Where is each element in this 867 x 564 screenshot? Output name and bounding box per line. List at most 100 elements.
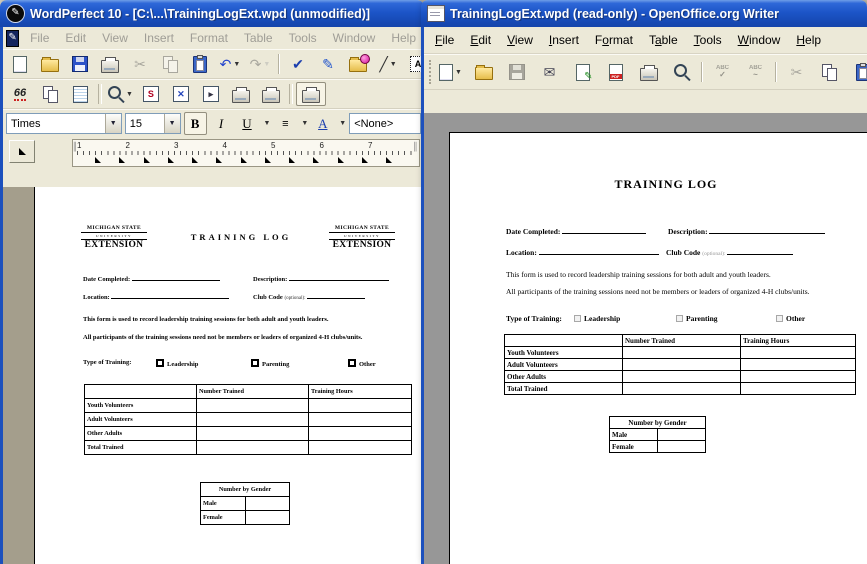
menu-file[interactable]: File bbox=[22, 29, 57, 47]
menu-edit[interactable]: Edit bbox=[57, 29, 94, 47]
table-cell-empty[interactable] bbox=[197, 399, 309, 413]
tab-stop-icon[interactable] bbox=[362, 157, 368, 163]
toolbar-drag-handle[interactable] bbox=[429, 60, 431, 84]
tab-stop-icon[interactable] bbox=[168, 157, 174, 163]
italic-button[interactable]: I bbox=[210, 112, 233, 135]
menu-table[interactable]: Table bbox=[236, 29, 281, 47]
bold-button[interactable]: B bbox=[184, 112, 207, 135]
wp-titlebar[interactable]: ✎ WordPerfect 10 - [C:\...\TrainingLogEx… bbox=[0, 0, 424, 27]
line-tool-button[interactable]: ╱▼ bbox=[373, 52, 403, 76]
table-cell-empty[interactable] bbox=[85, 385, 197, 399]
tab-stop-icon[interactable] bbox=[241, 157, 247, 163]
justification-dropdown-icon[interactable]: ▼ bbox=[301, 120, 308, 127]
table-cell-empty[interactable] bbox=[309, 427, 412, 441]
justification-button[interactable]: ≡ bbox=[273, 112, 296, 135]
export-pdf-button[interactable] bbox=[599, 58, 632, 86]
menu-view[interactable]: View bbox=[499, 31, 541, 49]
table-cell-empty[interactable] bbox=[197, 441, 309, 455]
tab-stop-icon[interactable] bbox=[338, 157, 344, 163]
insert-clipart-button[interactable] bbox=[343, 52, 373, 76]
paste-button[interactable] bbox=[846, 58, 867, 86]
table-cell-empty[interactable] bbox=[245, 511, 290, 525]
menu-insert[interactable]: Insert bbox=[136, 29, 182, 47]
menu-help[interactable]: Help bbox=[383, 29, 424, 47]
font-color-button[interactable]: A bbox=[311, 112, 334, 135]
fit-page-button[interactable]: ✕ bbox=[166, 82, 196, 106]
redo-button[interactable]: ↷▼ bbox=[245, 52, 275, 76]
cut-button[interactable]: ✂ bbox=[780, 58, 813, 86]
menu-tools[interactable]: Tools bbox=[686, 31, 730, 49]
web-preview-button[interactable] bbox=[296, 82, 326, 106]
location-line[interactable] bbox=[111, 291, 229, 299]
font-color-dropdown-icon[interactable]: ▼ bbox=[339, 120, 346, 127]
copy-button[interactable] bbox=[813, 58, 846, 86]
print-history-button[interactable] bbox=[226, 82, 256, 106]
table-cell-empty[interactable] bbox=[197, 413, 309, 427]
print-button[interactable] bbox=[632, 58, 665, 86]
two-page-view-button[interactable] bbox=[65, 82, 95, 106]
training-option-other[interactable]: Other bbox=[348, 359, 376, 368]
date-completed-line[interactable] bbox=[132, 273, 220, 281]
wp-ruler[interactable]: ║ ║ 1234567 bbox=[72, 139, 420, 167]
edit-file-button[interactable] bbox=[566, 58, 599, 86]
checkbox-icon[interactable] bbox=[348, 359, 356, 367]
autospellcheck-button[interactable]: ABC~ bbox=[739, 58, 772, 86]
underline-dropdown-icon[interactable]: ▼ bbox=[263, 120, 270, 127]
paste-button[interactable] bbox=[185, 52, 215, 76]
menu-insert[interactable]: Insert bbox=[541, 31, 587, 49]
table-cell-empty[interactable] bbox=[309, 441, 412, 455]
chevron-down-icon[interactable]: ▼ bbox=[164, 114, 180, 133]
copy-button[interactable] bbox=[155, 52, 185, 76]
draw-pen-button[interactable]: ✎ bbox=[313, 52, 343, 76]
tab-stop-icon[interactable] bbox=[265, 157, 271, 163]
menu-format[interactable]: Format bbox=[182, 29, 236, 47]
print-button[interactable] bbox=[95, 52, 125, 76]
cut-button[interactable]: ✂ bbox=[125, 52, 155, 76]
checkbox-icon[interactable] bbox=[156, 359, 164, 367]
wp-document-page[interactable]: MICHIGAN STATE UNIVERSITY EXTENSION TRAI… bbox=[34, 187, 424, 564]
table-cell-empty[interactable] bbox=[197, 427, 309, 441]
table-cell-empty[interactable] bbox=[245, 497, 290, 511]
chevron-down-icon[interactable]: ▼ bbox=[105, 114, 121, 133]
club-code-line[interactable] bbox=[307, 291, 365, 299]
undo-button[interactable]: ↶▼ bbox=[215, 52, 245, 76]
tab-stop-icon[interactable] bbox=[119, 157, 125, 163]
oo-titlebar[interactable]: TrainingLogExt.wpd (read-only) - OpenOff… bbox=[421, 0, 867, 27]
menu-help[interactable]: Help bbox=[788, 31, 829, 49]
quickformat-button[interactable]: ✔ bbox=[283, 52, 313, 76]
training-option-leadership[interactable]: Leadership bbox=[156, 359, 198, 368]
page-view-button[interactable] bbox=[35, 82, 65, 106]
open-button[interactable] bbox=[35, 52, 65, 76]
email-button[interactable]: ✉ bbox=[533, 58, 566, 86]
page-preview-button[interactable] bbox=[665, 58, 698, 86]
open-button[interactable] bbox=[467, 58, 500, 86]
tab-stop-icon[interactable] bbox=[313, 157, 319, 163]
description-line[interactable] bbox=[289, 273, 389, 281]
tab-stop-icon[interactable] bbox=[192, 157, 198, 163]
save-button[interactable] bbox=[65, 52, 95, 76]
font-size-combo[interactable]: 15 ▼ bbox=[125, 113, 181, 134]
table-cell-empty[interactable] bbox=[309, 399, 412, 413]
menu-window[interactable]: Window bbox=[325, 29, 384, 47]
zoom-button[interactable]: ▼ bbox=[105, 82, 136, 106]
menu-format[interactable]: Format bbox=[587, 31, 641, 49]
menu-edit[interactable]: Edit bbox=[462, 31, 499, 49]
speller-button[interactable]: S bbox=[136, 82, 166, 106]
save-button[interactable] bbox=[500, 58, 533, 86]
oo-document-page[interactable]: TRAINING LOG Date Completed: Description… bbox=[449, 132, 867, 564]
tab-set-button[interactable] bbox=[9, 140, 35, 163]
chevron-down-icon[interactable]: ▼ bbox=[390, 61, 397, 68]
chevron-down-icon[interactable]: ▼ bbox=[233, 61, 240, 68]
close-view-button[interactable]: ▸ bbox=[196, 82, 226, 106]
menu-view[interactable]: View bbox=[94, 29, 136, 47]
style-combo[interactable]: <None> bbox=[349, 113, 421, 134]
tab-stop-icon[interactable] bbox=[289, 157, 295, 163]
quickwords-button[interactable]: 66 bbox=[5, 82, 35, 106]
menu-tools[interactable]: Tools bbox=[281, 29, 325, 47]
chevron-down-icon[interactable]: ▼ bbox=[126, 91, 133, 98]
checkbox-icon[interactable] bbox=[251, 359, 259, 367]
margin-marker-right[interactable]: ║ bbox=[412, 142, 418, 151]
chevron-down-icon[interactable]: ▼ bbox=[455, 69, 462, 76]
spellcheck-button[interactable]: ABC✓ bbox=[706, 58, 739, 86]
font-name-combo[interactable]: Times ▼ bbox=[6, 113, 122, 134]
